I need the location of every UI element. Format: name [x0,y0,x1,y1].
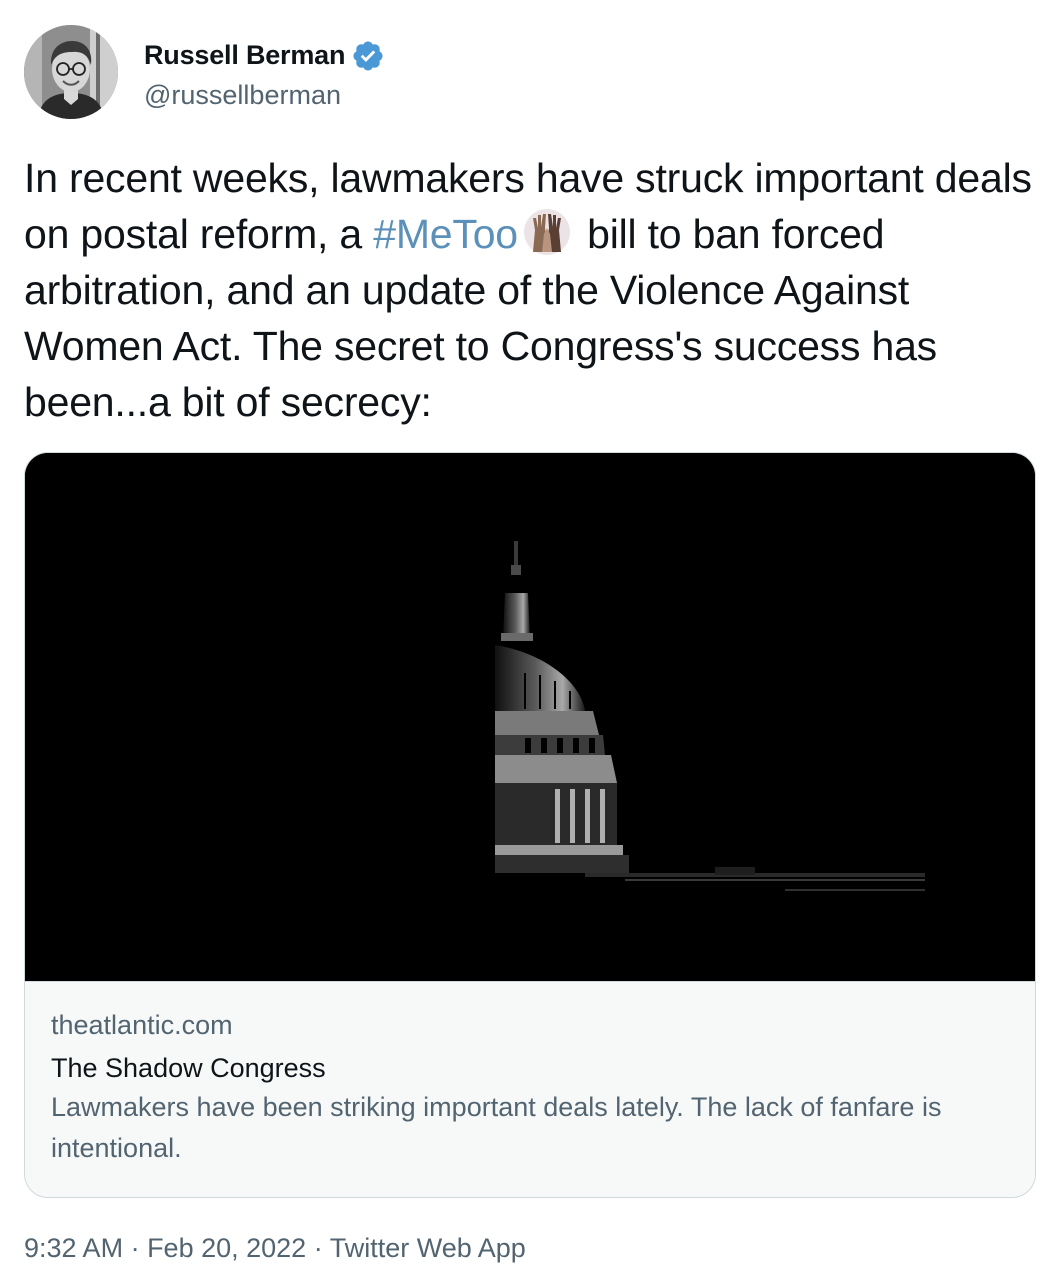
capitol-dome-in-shadow-icon [25,453,1035,981]
raised-hands-emoji-icon [520,208,574,256]
author-handle[interactable]: @russellberman [144,80,385,111]
author-names: Russell Berman @russellberman [144,34,385,111]
tweet-header: Russell Berman @russellberman [24,24,385,120]
link-preview-card[interactable]: theatlantic.com The Shadow Congress Lawm… [24,452,1036,1198]
card-title: The Shadow Congress [51,1053,326,1083]
card-image[interactable] [25,453,1035,982]
tweet-metadata: 9:32 AM · Feb 20, 2022 · Twitter Web App [24,1228,526,1268]
author-avatar[interactable] [24,25,118,119]
meta-separator-1: · [123,1233,148,1263]
card-domain: theatlantic.com [51,1010,233,1040]
tweet-source[interactable]: Twitter Web App [330,1233,526,1263]
hashtag-link[interactable]: #MeToo [373,211,518,257]
tweet-text: In recent weeks, lawmakers have struck i… [24,150,1044,430]
name-row: Russell Berman [144,34,385,78]
profile-photo-icon [24,25,118,119]
card-body: theatlantic.com The Shadow Congress Lawm… [51,1007,951,1169]
verified-badge-icon [351,39,385,73]
tweet: Russell Berman @russellberman In recent … [0,0,1061,1286]
author-display-name[interactable]: Russell Berman [144,40,345,71]
card-description: Lawmakers have been striking important d… [51,1092,942,1163]
meta-separator-2: · [306,1233,330,1263]
tweet-date[interactable]: Feb 20, 2022 [147,1233,306,1263]
tweet-time[interactable]: 9:32 AM [24,1233,123,1263]
